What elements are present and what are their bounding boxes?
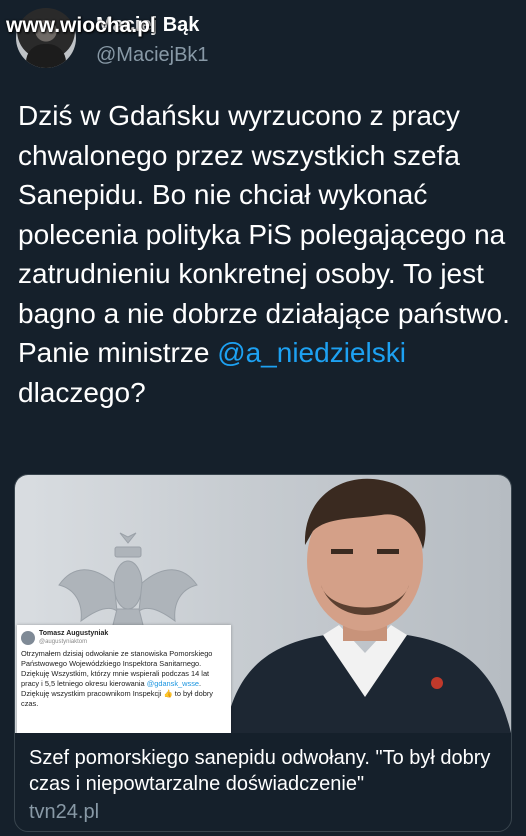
tweet-text: Dziś w Gdańsku wyrzucono z pracy chwalon… [18,96,518,412]
card-title[interactable]: Szef pomorskiego sanepidu odwołany. "To … [29,745,499,797]
inset-text: Otrzymałem dzisiaj odwołanie ze stanowis… [21,649,227,709]
person-photo [225,478,511,733]
watermark: www.wiocha.pl [6,14,156,37]
tweet-header: Maciej Bąk @MaciejBk1 www.wiocha.pl [0,0,526,80]
card-domain: tvn24.pl [29,801,100,823]
user-handle[interactable]: @MaciejBk1 [96,44,209,67]
tweet-text-main: Dziś w Gdańsku wyrzucono z pracy chwalon… [18,100,510,368]
link-card[interactable]: Tomasz Augustyniak @augustyniaktom Otrzy… [14,474,512,832]
tweet-text-end: dlaczego? [18,376,146,408]
inset-handle: @augustyniaktom [39,639,88,645]
inset-avatar [21,631,35,645]
mention-link[interactable]: @a_niedzielski [217,337,406,368]
card-image: Tomasz Augustyniak @augustyniaktom Otrzy… [15,475,511,733]
inset-link: @gdansk_wsse [146,679,200,688]
embedded-tweet-screenshot: Tomasz Augustyniak @augustyniaktom Otrzy… [17,625,231,733]
